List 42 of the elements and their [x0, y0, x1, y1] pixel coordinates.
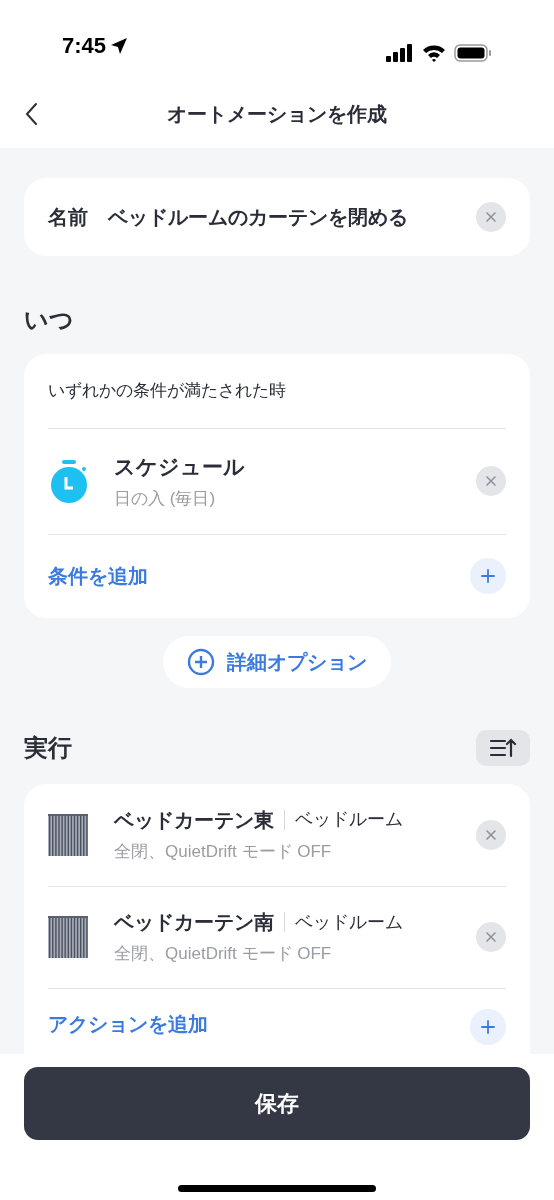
action-subtitle: 全閉、QuietDrift モード OFF: [114, 943, 333, 966]
stopwatch-icon: [48, 458, 90, 504]
save-button[interactable]: 保存: [24, 1067, 530, 1140]
back-icon: [24, 102, 38, 126]
add-button[interactable]: [470, 558, 506, 594]
action-room: ベッドルーム: [295, 910, 403, 934]
sort-button[interactable]: [476, 729, 530, 766]
wifi-icon: [422, 44, 446, 62]
plus-icon: [481, 1019, 495, 1034]
status-time: 7:45: [62, 32, 107, 60]
page-title: オートメーションを作成: [166, 102, 388, 127]
battery-icon: [454, 44, 492, 62]
plus-circle-icon: [187, 647, 215, 676]
curtain-icon: [48, 813, 88, 856]
action-title: ベッドカーテン南: [114, 910, 274, 936]
remove-button[interactable]: [476, 922, 506, 952]
action-room: ベッドルーム: [295, 808, 403, 832]
section-heading: いつ: [24, 305, 75, 335]
action-subtitle: 全閉、QuietDrift モード OFF: [114, 840, 333, 863]
remove-button[interactable]: [476, 466, 506, 496]
condition-subtitle: 日の入 (毎日): [114, 488, 217, 510]
curtain-icon: [48, 916, 88, 958]
advanced-options-button[interactable]: 詳細オプション: [163, 635, 391, 688]
section-heading: 実行: [24, 732, 72, 763]
name-field[interactable]: ベッドルームのカーテンを閉める: [108, 202, 456, 232]
name-label: 名前: [48, 205, 88, 230]
plus-icon: [481, 569, 495, 583]
condition-title: スケジュール: [114, 453, 246, 480]
condition-mode: いずれかの条件が満たされた時: [48, 380, 287, 402]
add-button[interactable]: [470, 1008, 506, 1045]
close-icon: [485, 475, 497, 487]
remove-button[interactable]: [476, 819, 506, 850]
action-title: ベッドカーテン東: [114, 807, 274, 833]
close-icon: [485, 211, 497, 223]
close-icon: [485, 828, 497, 841]
signal-icon: [386, 44, 414, 62]
location-icon: [110, 36, 129, 55]
add-condition-link[interactable]: 条件を追加: [48, 561, 148, 591]
sort-icon: [489, 736, 517, 759]
remove-button[interactable]: [476, 202, 506, 232]
close-icon: [485, 931, 497, 943]
add-action-link[interactable]: アクションを追加: [48, 1008, 208, 1039]
